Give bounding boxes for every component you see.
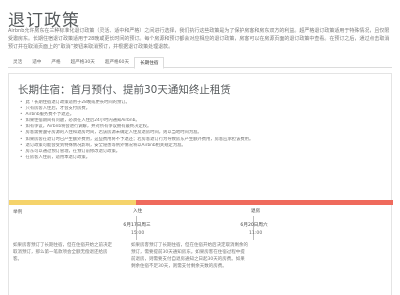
- policy-rules: 此「长期住宿退订政策适用于28晚或更长时间的预订。 只有房客入住后，才会支付房费…: [20, 100, 380, 161]
- intro-paragraph: Airbnb允许房东在三种标准化退订政策（灵活、适中和严格）之间进行选择，我们执…: [8, 28, 390, 50]
- checkout-label: 退房: [251, 209, 261, 214]
- checkout-tick: [253, 216, 254, 240]
- checkout-time: 11:00: [249, 231, 263, 236]
- tab-flexible[interactable]: 灵活: [8, 57, 27, 68]
- after-checkin-description: 如果房客预订了长期住宿，但在住宿开始后决定取消剩余的预订，需要提前30天通知房东…: [131, 243, 248, 269]
- timeline-after-bar: [136, 200, 393, 205]
- checkin-label: 入住: [133, 209, 143, 214]
- checkout-date: 6月20日周六: [240, 223, 268, 228]
- list-item: 在房客入住前，适用本退订政策。: [20, 155, 380, 161]
- timeline-before-bar: [9, 200, 136, 205]
- policy-panel: 长期住宿：首月预付、提前30天通知终止租赁 此「长期住宿退订政策适用于28晚或更…: [8, 73, 393, 295]
- tab-strict[interactable]: 严格: [46, 57, 65, 68]
- checkin-time: 15:00: [131, 231, 145, 236]
- timeline-example-label: 举例: [13, 210, 23, 215]
- policy-title: 长期住宿：首月预付、提前30天通知终止租赁: [18, 84, 231, 96]
- tab-long-term[interactable]: 长期住宿: [134, 57, 165, 69]
- tab-moderate[interactable]: 适中: [27, 57, 46, 68]
- checkin-date: 6月17日周三: [123, 223, 151, 228]
- before-checkin-description: 如果房客预订了长期住宿，但在住宿开始之前决定取消预订，那么第一笔款项会全额无偿退…: [13, 243, 112, 262]
- tab-super-strict-30[interactable]: 超严格30天: [66, 57, 100, 68]
- policy-tabs: 灵活 适中 严格 超严格30天 超严格60天 长期住宿: [8, 57, 392, 69]
- checkin-tick: [136, 216, 137, 240]
- tab-super-strict-60[interactable]: 超严格60天: [100, 57, 134, 68]
